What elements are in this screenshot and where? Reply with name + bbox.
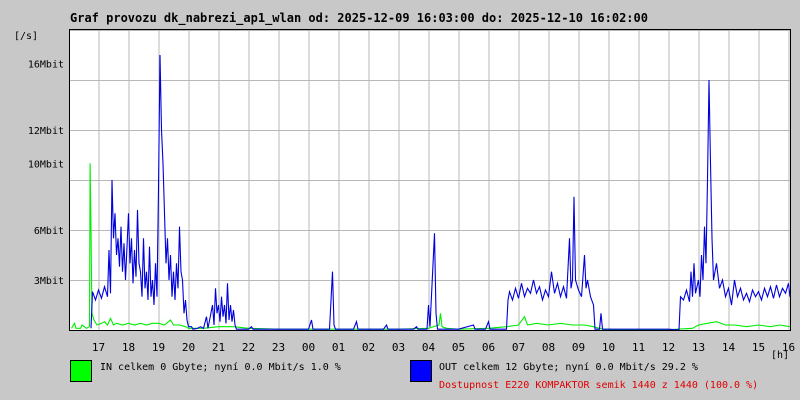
x-tick-label: 08 xyxy=(542,341,555,354)
x-tick-label: 02 xyxy=(362,341,375,354)
x-tick-label: 11 xyxy=(632,341,645,354)
y-tick-label: 12Mbit xyxy=(28,126,64,137)
x-tick-label: 20 xyxy=(182,341,195,354)
legend-in-swatch xyxy=(70,360,92,382)
legend-out-text: OUT celkem 12 Gbyte; nyní 0.0 Mbit/s 29.… xyxy=(439,362,698,373)
availability-text: Dostupnost E220 KOMPAKTOR semik 1440 z 1… xyxy=(439,380,759,391)
x-tick-label: 14 xyxy=(722,341,736,354)
x-tick-label: 07 xyxy=(512,341,525,354)
y-tick-label: 16Mbit xyxy=(28,59,64,70)
x-tick-label: 03 xyxy=(392,341,405,354)
x-tick-label: 10 xyxy=(602,341,615,354)
y-tick-label: 10Mbit xyxy=(28,159,64,170)
x-tick-label: 16 xyxy=(782,341,795,354)
x-tick-label: 13 xyxy=(692,341,705,354)
y-tick-label: 6Mbit xyxy=(34,226,64,237)
x-tick-label: 04 xyxy=(422,341,436,354)
legend-out-swatch xyxy=(410,360,432,382)
x-tick-label: 05 xyxy=(452,341,465,354)
x-tick-label: 15 xyxy=(752,341,765,354)
x-tick-label: 19 xyxy=(152,341,165,354)
chart-plot: 3Mbit 6Mbit 10Mbit 12Mbit 16Mbit 17 18 19 20 21 22… xyxy=(28,29,795,354)
x-tick-label: 01 xyxy=(332,341,345,354)
x-tick-label: 12 xyxy=(662,341,675,354)
x-tick-label: 23 xyxy=(272,341,285,354)
legend-in-text: IN celkem 0 Gbyte; nyní 0.0 Mbit/s 1.0 % xyxy=(100,362,341,373)
x-tick-label: 00 xyxy=(302,341,315,354)
x-tick-label: 09 xyxy=(572,341,585,354)
x-tick-label: 06 xyxy=(482,341,495,354)
x-tick-label: 21 xyxy=(212,341,225,354)
x-tick-label: 17 xyxy=(92,341,105,354)
traffic-graph-image: Graf provozu dk_nabrezi_ap1_wlan od: 202… xyxy=(0,0,800,400)
x-tick-label: 18 xyxy=(122,341,135,354)
y-tick-label: 3Mbit xyxy=(34,276,64,287)
x-tick-label: 22 xyxy=(242,341,255,354)
